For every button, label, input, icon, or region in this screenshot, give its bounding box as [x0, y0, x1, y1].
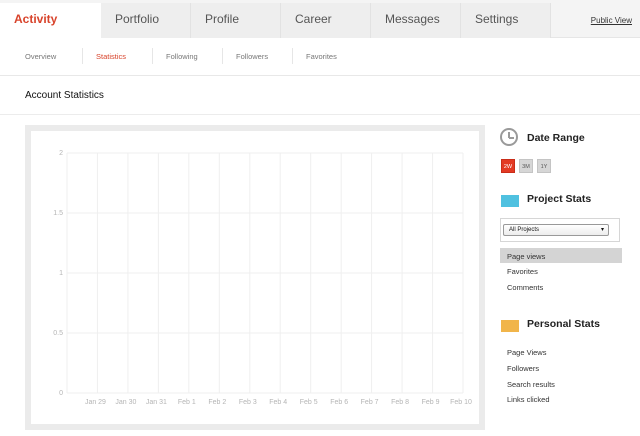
tab-label: Settings [475, 12, 519, 26]
project-stat-comments[interactable]: Comments [507, 283, 543, 292]
tab-career[interactable]: Career [281, 3, 371, 38]
date-range-title: Date Range [527, 132, 585, 144]
subnav-statistics[interactable]: Statistics [96, 52, 126, 61]
select-arrow-icon: ▾ [600, 227, 604, 233]
y-tick-label: 2 [59, 150, 63, 157]
tab-label: Activity [14, 12, 58, 26]
y-tick-label: 1 [59, 270, 63, 277]
project-stat-favorites[interactable]: Favorites [507, 267, 538, 276]
personal-stats-color-swatch [501, 320, 519, 332]
x-tick-label: Feb 1 [178, 399, 196, 406]
y-tick-label: 0 [59, 390, 63, 397]
statistics-chart: 0 0.5 1 1.5 2 Jan 29 Jan 30 Jan 31 Feb 1 Feb 2 Feb… [53, 150, 472, 406]
project-stats-color-swatch [501, 195, 519, 207]
tab-messages[interactable]: Messages [371, 3, 461, 38]
x-tick-label: Feb 9 [422, 399, 440, 406]
tab-activity[interactable]: Activity [0, 3, 101, 39]
personal-stats-title: Personal Stats [527, 318, 600, 330]
tab-label: Messages [385, 12, 440, 26]
x-tick-label: Feb 6 [330, 399, 348, 406]
subnav-divider [82, 48, 83, 64]
x-tick-label: Feb 4 [269, 399, 287, 406]
subnav-favorites[interactable]: Favorites [306, 52, 337, 61]
sub-navigation: Overview Statistics Following Followers … [0, 38, 640, 76]
project-stats-title: Project Stats [527, 193, 592, 205]
subnav-divider [292, 48, 293, 64]
subnav-following[interactable]: Following [166, 52, 198, 61]
x-tick-label: Jan 29 [85, 399, 106, 406]
tab-label: Portfolio [115, 12, 160, 26]
project-select[interactable]: All Projects ▾ [503, 224, 609, 236]
range-1y-button[interactable]: 1Y [537, 159, 551, 173]
x-tick-label: Feb 2 [208, 399, 226, 406]
range-2w-button[interactable]: 2W [501, 159, 515, 173]
x-tick-label: Feb 3 [239, 399, 257, 406]
y-tick-label: 0.5 [53, 330, 63, 337]
personal-stat-links-clicked[interactable]: Links clicked [507, 395, 550, 404]
personal-stat-page-views[interactable]: Page Views [507, 348, 546, 357]
y-tick-label: 1.5 [53, 210, 63, 217]
top-tab-bar: Activity Portfolio Profile Career Messag… [0, 0, 640, 39]
x-tick-label: Feb 8 [391, 399, 409, 406]
tab-profile[interactable]: Profile [191, 3, 281, 38]
project-stat-page-views[interactable]: Page views [507, 252, 545, 261]
x-tick-label: Feb 5 [300, 399, 318, 406]
x-tick-label: Feb 10 [450, 399, 472, 406]
x-tick-label: Jan 30 [115, 399, 136, 406]
x-tick-label: Jan 31 [146, 399, 167, 406]
tab-label: Career [295, 12, 332, 26]
tab-portfolio[interactable]: Portfolio [101, 3, 191, 38]
subnav-divider [152, 48, 153, 64]
x-tick-label: Feb 7 [361, 399, 379, 406]
section-divider [0, 114, 640, 115]
subnav-overview[interactable]: Overview [25, 52, 56, 61]
personal-stat-search-results[interactable]: Search results [507, 380, 555, 389]
public-view-link[interactable]: Public View [591, 16, 632, 25]
clock-icon [500, 128, 518, 146]
tab-label: Profile [205, 12, 240, 26]
tab-settings[interactable]: Settings [461, 3, 551, 38]
project-select-value: All Projects [509, 227, 540, 233]
personal-stat-followers[interactable]: Followers [507, 364, 539, 373]
page-title: Account Statistics [25, 90, 104, 101]
subnav-followers[interactable]: Followers [236, 52, 268, 61]
range-3m-button[interactable]: 3M [519, 159, 533, 173]
chart-area: 0 0.5 1 1.5 2 Jan 29 Jan 30 Jan 31 Feb 1 Feb 2 Feb… [31, 131, 479, 424]
subnav-divider [222, 48, 223, 64]
chart-panel: 0 0.5 1 1.5 2 Jan 29 Jan 30 Jan 31 Feb 1 Feb 2 Feb… [25, 125, 485, 430]
